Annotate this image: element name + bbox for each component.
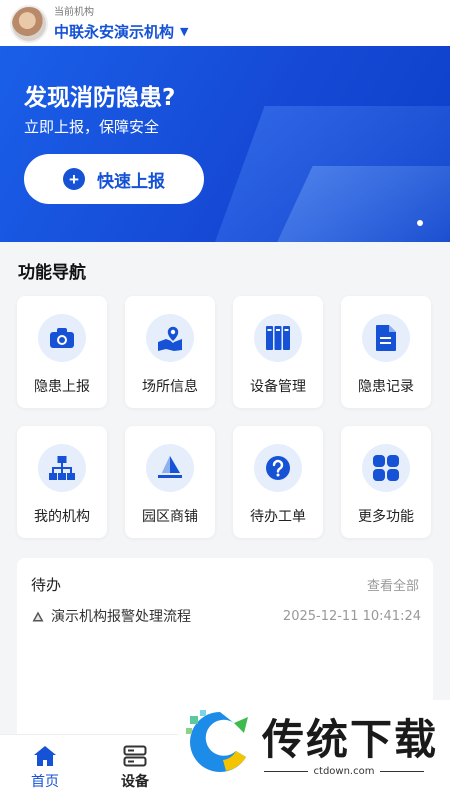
nav-card-label: 待办工单 [250, 509, 306, 525]
nav-card-hazard-records[interactable]: 隐患记录 [341, 296, 431, 408]
watermark-url-row: ctdown.com [264, 766, 424, 777]
view-all-link[interactable]: 查看全部 [367, 575, 419, 594]
nav-card-my-org[interactable]: 我的机构 [17, 426, 107, 538]
binders-icon [254, 314, 302, 362]
nav-card-label: 我的机构 [34, 509, 90, 525]
question-icon [254, 444, 302, 492]
nav-card-label: 隐患记录 [358, 379, 414, 395]
grid-icon [362, 444, 410, 492]
nav-card-label: 隐患上报 [34, 379, 90, 395]
watermark-rule-right [380, 771, 424, 772]
document-icon [362, 314, 410, 362]
watermark-logo-icon [186, 710, 248, 772]
tab-device[interactable]: 设备 [100, 735, 170, 800]
org-chart-icon [38, 444, 86, 492]
hero-banner: 发现消防隐患? 立即上报，保障安全 + 快速上报 [0, 46, 450, 242]
caret-down-icon[interactable]: ▼ [180, 25, 188, 38]
plus-icon: + [63, 168, 85, 190]
quick-report-button[interactable]: + 快速上报 [24, 154, 204, 204]
home-icon [34, 746, 56, 766]
watermark-rule-left [264, 771, 308, 772]
watermark-url: ctdown.com [313, 766, 375, 777]
tab-home-label: 首页 [31, 774, 59, 790]
nav-card-pending-orders[interactable]: 待办工单 [233, 426, 323, 538]
nav-card-label: 设备管理 [250, 379, 306, 395]
quick-report-label: 快速上报 [97, 171, 165, 191]
nav-card-hazard-report[interactable]: 隐患上报 [17, 296, 107, 408]
tab-device-label: 设备 [121, 774, 149, 790]
warning-triangle-icon [31, 609, 45, 623]
todo-list-item[interactable]: 演示机构报警处理流程 2025-12-11 10:41:24 [31, 606, 421, 626]
function-grid: 隐患上报 场所信息 设备管理 隐患记录 我的机构 园区商铺 待办工单 更多功能 [17, 296, 433, 538]
org-caption: 当前机构 [54, 6, 94, 18]
todo-item-text: 演示机构报警处理流程 [51, 609, 191, 625]
tab-home[interactable]: 首页 [10, 735, 80, 800]
todo-item-time: 2025-12-11 10:41:24 [282, 608, 421, 624]
shop-flag-icon [146, 444, 194, 492]
banner-subtitle: 立即上报，保障安全 [24, 118, 160, 136]
carousel-indicator-dot[interactable] [417, 220, 423, 226]
device-icon [123, 745, 147, 767]
org-name-row[interactable]: 中联永安演示机构 ▼ [54, 21, 188, 42]
nav-card-venue-info[interactable]: 场所信息 [125, 296, 215, 408]
banner-title: 发现消防隐患? [24, 85, 176, 111]
org-header: 当前机构 中联永安演示机构 ▼ [0, 0, 450, 48]
nav-card-park-shops[interactable]: 园区商铺 [125, 426, 215, 538]
camera-icon [38, 314, 86, 362]
nav-card-label: 园区商铺 [142, 509, 198, 525]
nav-section-title: 功能导航 [18, 263, 86, 283]
map-pin-icon [146, 314, 194, 362]
nav-card-label: 更多功能 [358, 509, 414, 525]
nav-card-device-mgmt[interactable]: 设备管理 [233, 296, 323, 408]
watermark-brand: 传统下载 [262, 715, 439, 764]
todo-title: 待办 [31, 576, 62, 594]
nav-card-label: 场所信息 [142, 379, 198, 395]
watermark: 传统下载 ctdown.com [178, 700, 450, 800]
avatar[interactable] [10, 5, 48, 43]
org-name[interactable]: 中联永安演示机构 [54, 21, 174, 42]
nav-card-more-functions[interactable]: 更多功能 [341, 426, 431, 538]
org-selector[interactable]: 当前机构 中联永安演示机构 ▼ [54, 7, 188, 42]
